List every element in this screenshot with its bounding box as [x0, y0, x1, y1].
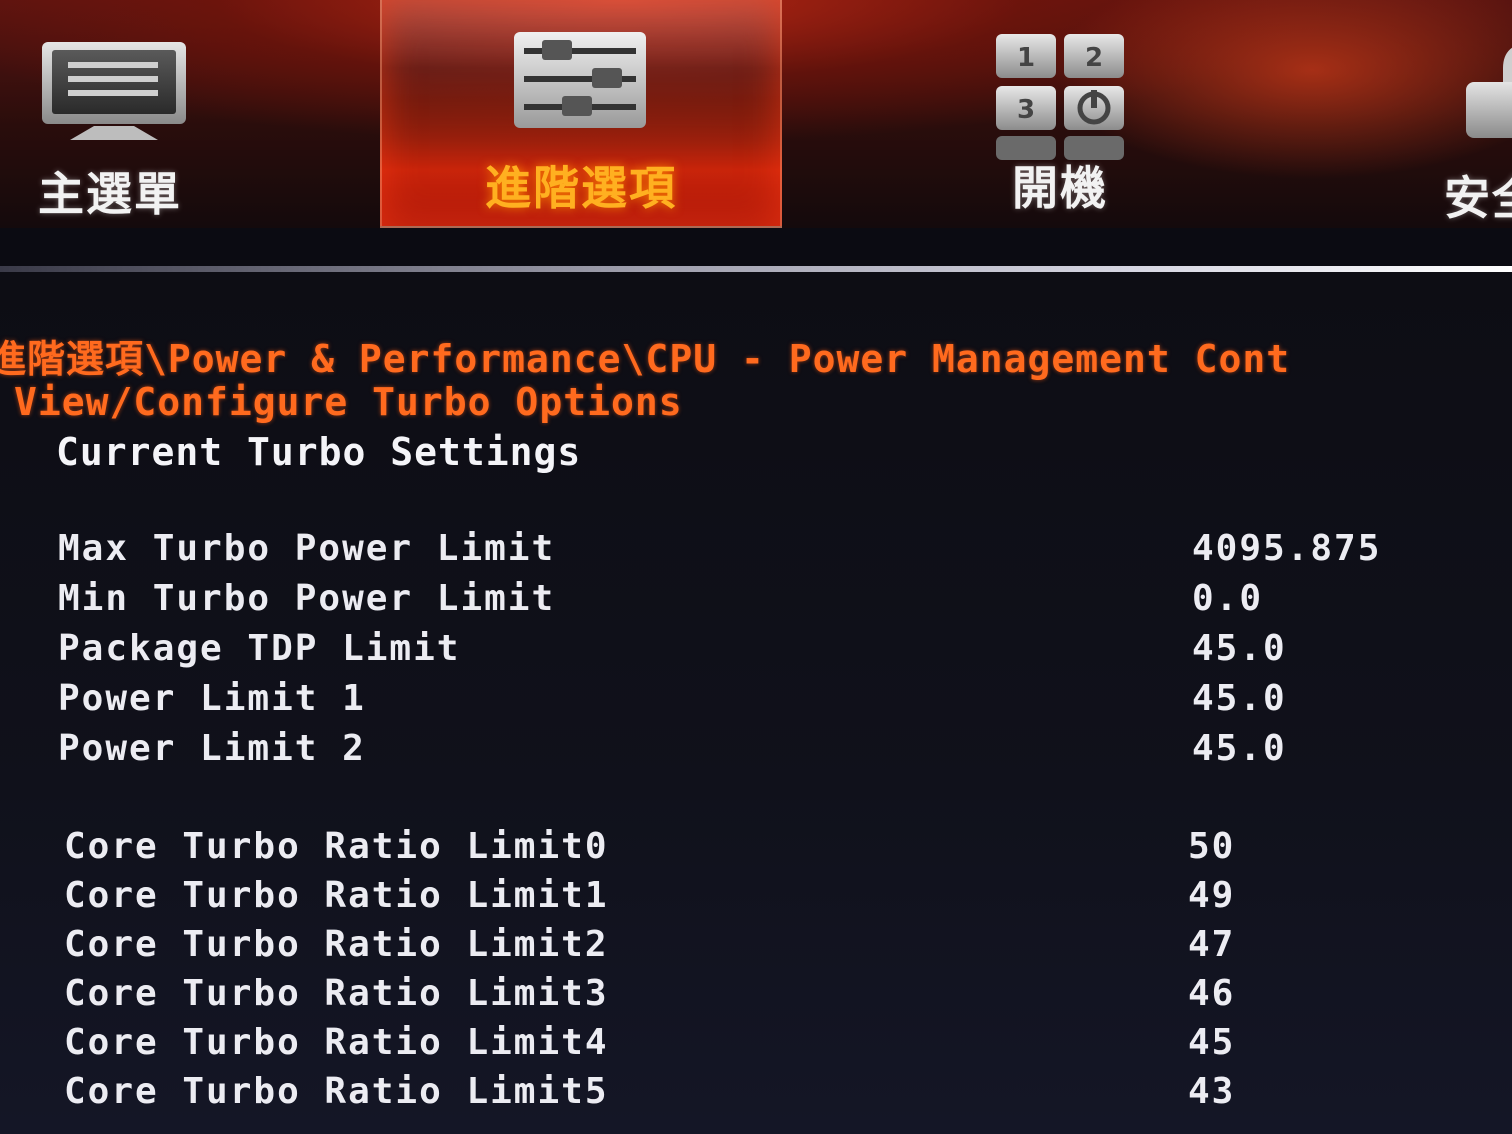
boot-icon: 1 2 3	[996, 34, 1124, 160]
setting-value: 45.0	[1192, 678, 1287, 719]
tab-label: 安全	[1444, 171, 1512, 225]
setting-label: Min Turbo Power Limit	[58, 578, 556, 619]
setting-row: Core Turbo Ratio Limit0 50	[0, 826, 1512, 876]
setting-label: Core Turbo Ratio Limit1	[64, 875, 609, 916]
monitor-icon	[42, 42, 186, 140]
tab-boot[interactable]: 1 2 3 開機	[960, 0, 1160, 228]
setting-value: 0.0	[1192, 578, 1264, 619]
svg-text:2: 2	[1085, 43, 1103, 73]
tab-label: 開機	[1012, 161, 1108, 215]
setting-row: Power Limit 1 45.0	[0, 678, 1512, 728]
setting-value: 4095.875	[1192, 528, 1382, 569]
setting-row: Core Turbo Ratio Limit2 47	[0, 924, 1512, 974]
tab-security[interactable]: 安全	[1430, 0, 1512, 228]
top-navigation: 主選單 進階選項 1 2 3 開機 安	[0, 0, 1512, 228]
svg-text:1: 1	[1017, 43, 1035, 73]
setting-label: Core Turbo Ratio Limit0	[64, 826, 609, 867]
sliders-icon	[514, 32, 646, 128]
setting-row: Core Turbo Ratio Limit1 49	[0, 875, 1512, 925]
setting-value: 43	[1188, 1071, 1236, 1112]
setting-value: 45.0	[1192, 628, 1287, 669]
tab-advanced[interactable]: 進階選項	[380, 0, 782, 228]
setting-row: Core Turbo Ratio Limit5 43	[0, 1071, 1512, 1121]
breadcrumb: 進階選項\Power & Performance\CPU - Power Man…	[0, 337, 1291, 381]
lock-icon	[1466, 47, 1512, 138]
tab-label: 主選單	[38, 167, 182, 221]
setting-label: Package TDP Limit	[58, 628, 461, 669]
setting-value: 49	[1188, 875, 1236, 916]
setting-label: Core Turbo Ratio Limit4	[64, 1022, 609, 1063]
setting-value: 45	[1188, 1022, 1236, 1063]
setting-row: Min Turbo Power Limit 0.0	[0, 578, 1512, 628]
setting-label: Core Turbo Ratio Limit3	[64, 973, 609, 1014]
tab-main-menu[interactable]: 主選單	[10, 0, 210, 228]
setting-value: 50	[1188, 826, 1236, 867]
setting-value: 46	[1188, 973, 1236, 1014]
setting-label: Core Turbo Ratio Limit5	[64, 1071, 609, 1112]
setting-row: Core Turbo Ratio Limit4 45	[0, 1022, 1512, 1072]
subheading: Current Turbo Settings	[56, 430, 582, 474]
setting-row: Core Turbo Ratio Limit3 46	[0, 973, 1512, 1023]
setting-label: Power Limit 1	[58, 678, 366, 719]
setting-label: Core Turbo Ratio Limit2	[64, 924, 609, 965]
setting-value: 47	[1188, 924, 1236, 965]
setting-label: Power Limit 2	[58, 728, 366, 769]
setting-row: Power Limit 2 45.0	[0, 728, 1512, 778]
setting-row: Package TDP Limit 45.0	[0, 628, 1512, 678]
setting-value: 45.0	[1192, 728, 1287, 769]
section-title: View/Configure Turbo Options	[14, 380, 683, 424]
tab-label: 進階選項	[485, 161, 677, 215]
setting-label: Max Turbo Power Limit	[58, 528, 556, 569]
setting-row: Max Turbo Power Limit 4095.875	[0, 528, 1512, 578]
settings-panel: 進階選項\Power & Performance\CPU - Power Man…	[0, 272, 1512, 1134]
svg-text:3: 3	[1017, 95, 1035, 125]
